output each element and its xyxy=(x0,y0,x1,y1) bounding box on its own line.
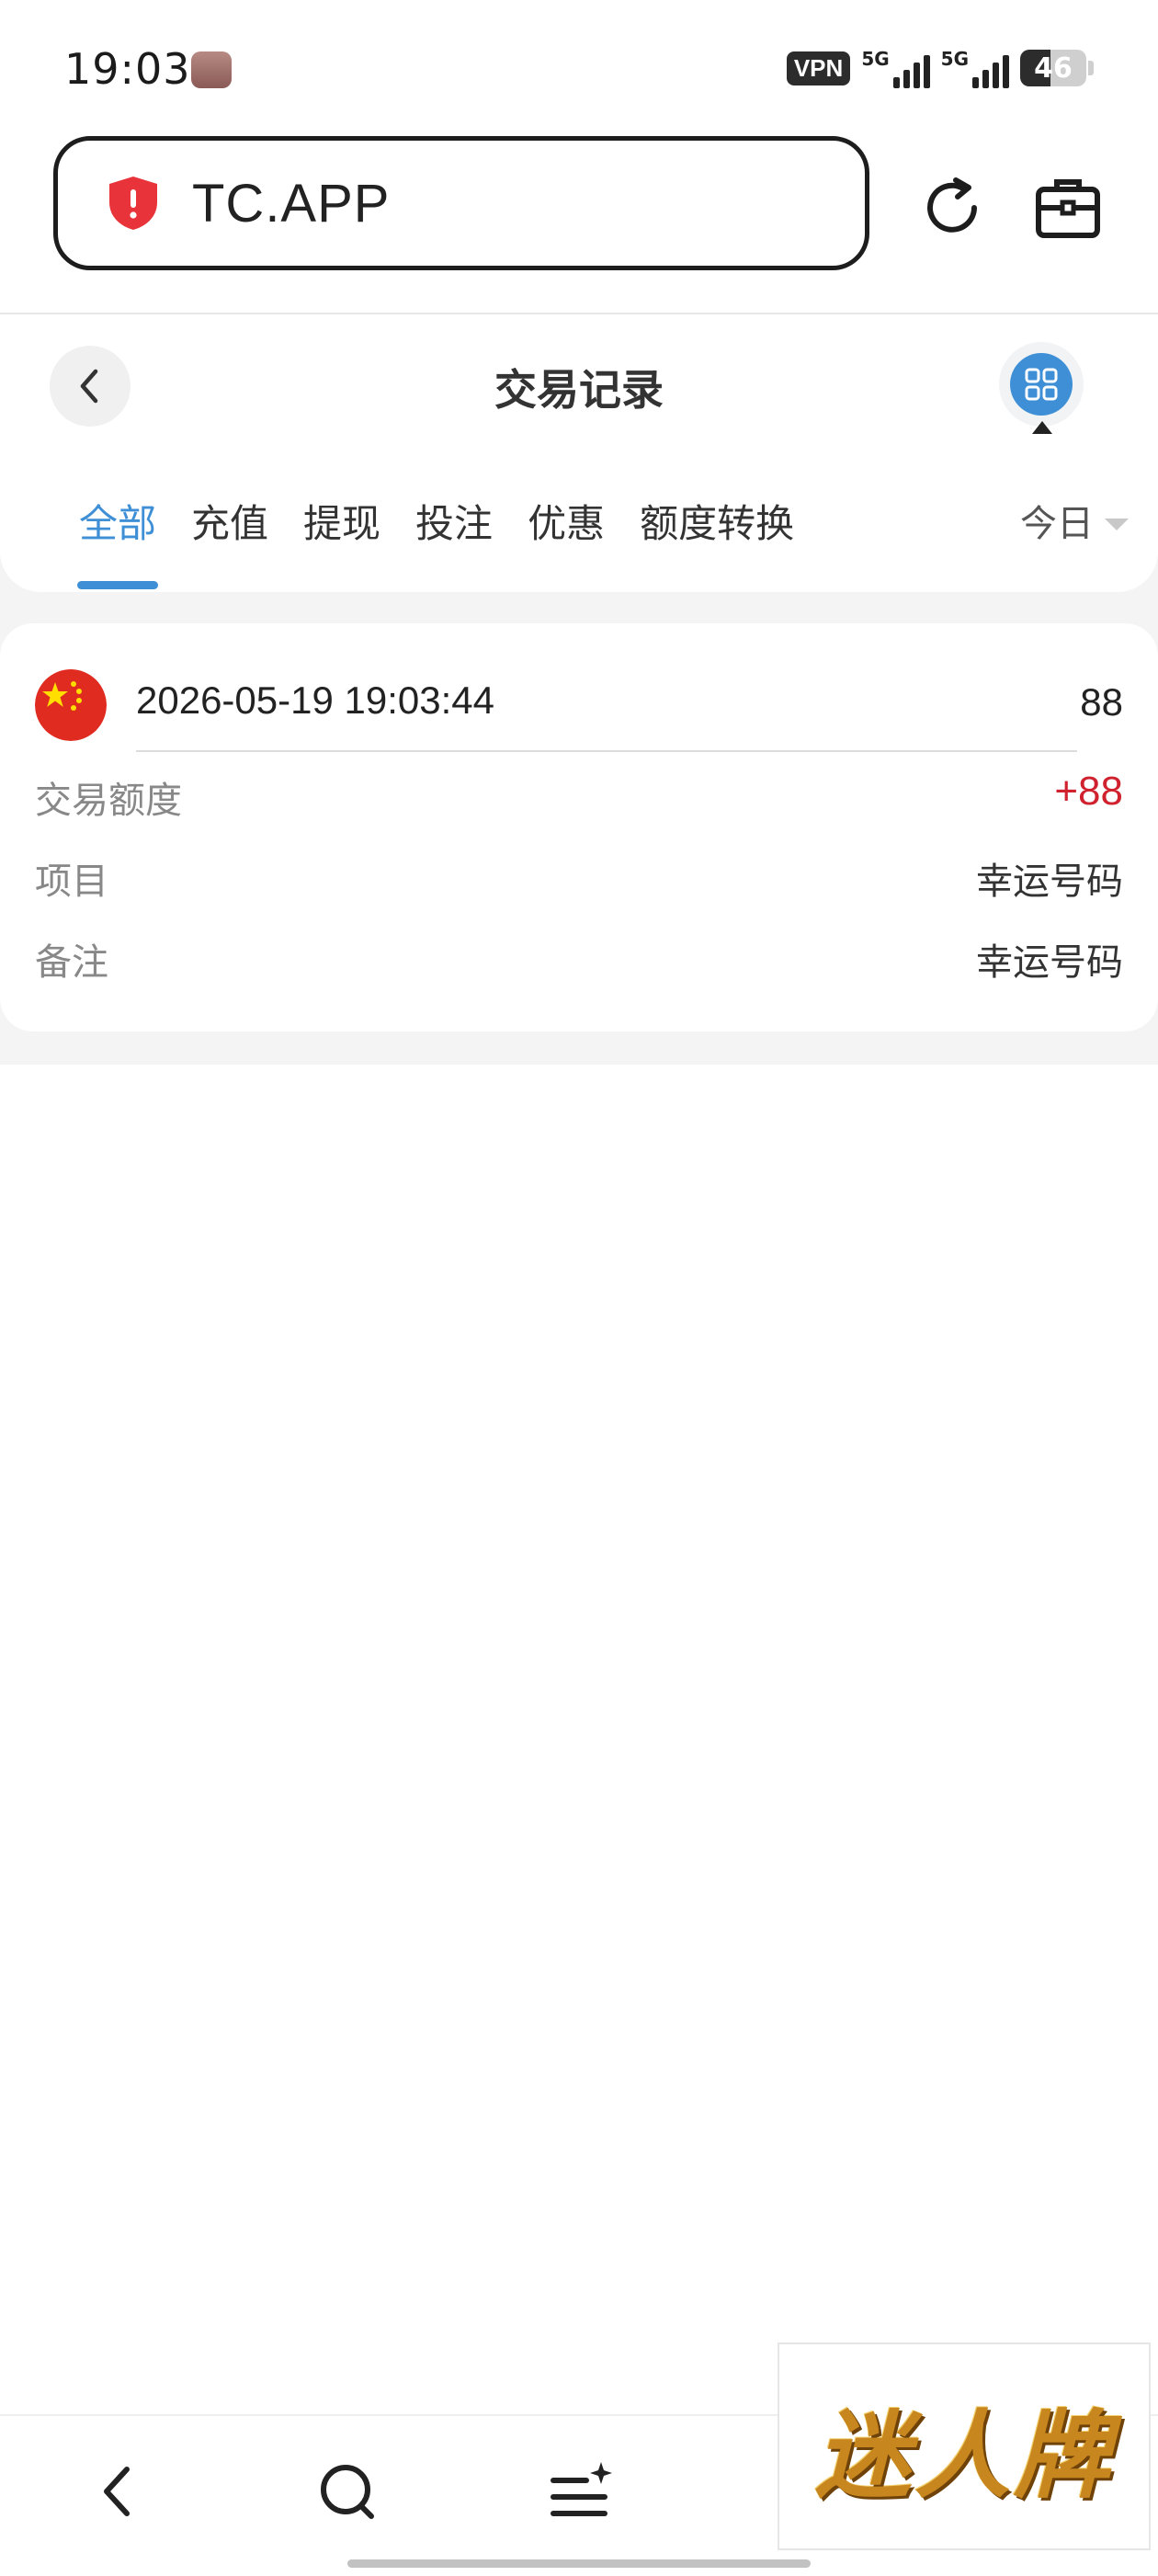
date-range-select[interactable]: 今日 xyxy=(1020,496,1129,552)
date-range-label: 今日 xyxy=(1020,503,1094,545)
grid-icon xyxy=(1010,353,1073,416)
amount-label: 交易额度 xyxy=(35,780,182,822)
ad-logo-text: 迷人牌 xyxy=(814,2398,1113,2512)
item-label: 项目 xyxy=(35,861,108,903)
tab-deposit[interactable]: 充值 xyxy=(191,496,268,552)
chevron-down-icon xyxy=(1105,518,1129,530)
search-icon[interactable] xyxy=(312,2455,386,2528)
url-text[interactable]: TC.APP xyxy=(192,173,391,234)
notification-app-icon xyxy=(191,51,232,88)
record-time: 2026-05-19 19:03:44 xyxy=(136,678,494,722)
item-value: 幸运号码 xyxy=(976,861,1123,903)
tab-bet[interactable]: 投注 xyxy=(415,496,493,552)
amount-value: +88 xyxy=(1054,769,1123,814)
battery-level: 46 xyxy=(1034,51,1073,85)
caret-up-icon xyxy=(1032,421,1052,434)
shield-warning-icon xyxy=(109,177,157,230)
tab-all[interactable]: 全部 xyxy=(76,496,159,589)
signal-icon: 5G xyxy=(861,48,930,88)
menu-sparkle-icon[interactable] xyxy=(544,2458,618,2528)
status-indicators: VPN 5G 5G 46 xyxy=(786,48,1094,88)
filter-tabs: 全部 充值 提现 投注 优惠 额度转换 xyxy=(76,496,829,589)
record-divider xyxy=(136,750,1077,752)
ad-banner[interactable]: 迷人牌 xyxy=(778,2342,1151,2550)
network-type-label-secondary: 5G xyxy=(940,48,969,70)
network-type-label: 5G xyxy=(861,48,890,70)
menu-grid-button[interactable] xyxy=(1007,338,1086,434)
address-bar[interactable]: TC.APP xyxy=(53,136,869,270)
tab-withdraw[interactable]: 提现 xyxy=(303,496,380,552)
battery-cap xyxy=(1088,61,1094,75)
tab-transfer[interactable]: 额度转换 xyxy=(640,496,794,552)
vpn-badge: VPN xyxy=(786,51,851,85)
signal-icon-secondary: 5G xyxy=(941,48,1009,88)
battery-icon: 46 xyxy=(1020,50,1086,86)
note-label: 备注 xyxy=(35,941,108,984)
reload-icon[interactable] xyxy=(915,171,989,245)
tab-promotion[interactable]: 优惠 xyxy=(528,496,605,552)
note-value: 幸运号码 xyxy=(976,941,1123,984)
home-indicator[interactable] xyxy=(347,2559,811,2568)
china-flag-icon xyxy=(35,669,107,741)
toolbox-icon[interactable] xyxy=(1031,171,1105,245)
status-time: 19:03 xyxy=(64,44,191,94)
record-amount: 88 xyxy=(1080,680,1123,724)
back-arrow-icon[interactable] xyxy=(85,2455,149,2528)
page-title: 交易记录 xyxy=(494,365,664,415)
